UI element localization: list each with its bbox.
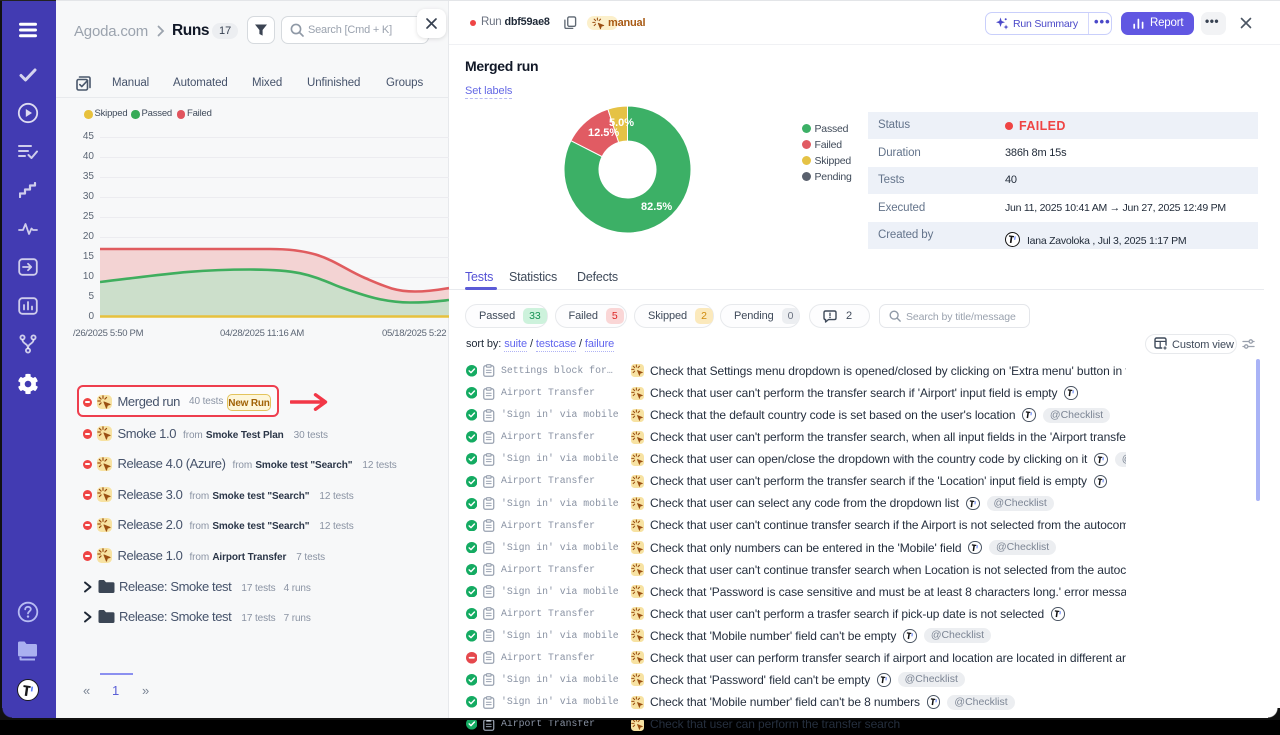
svg-text:82.5%: 82.5% <box>641 201 672 213</box>
svg-text:5.0%: 5.0% <box>609 117 634 129</box>
